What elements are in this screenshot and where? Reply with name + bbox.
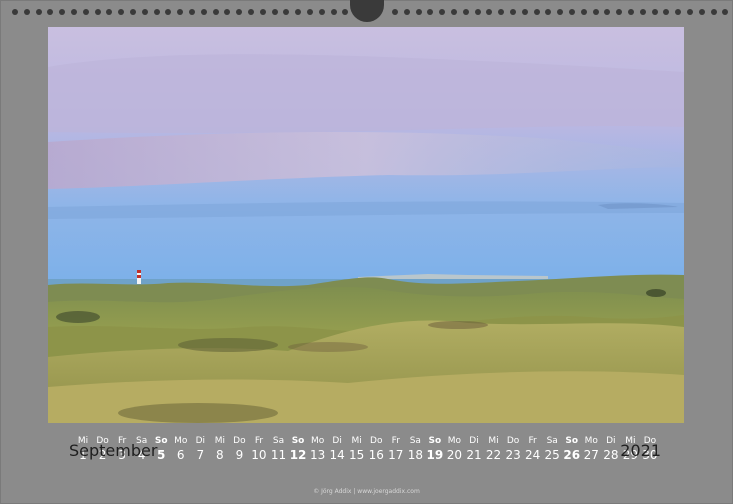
binding-hole xyxy=(236,9,243,15)
binding-hole xyxy=(392,9,398,15)
binding-hole xyxy=(330,9,337,15)
binding-hole xyxy=(451,9,457,15)
binding-hole xyxy=(415,9,422,15)
photo-credit: © Jörg Addix | www.joergaddix.com xyxy=(313,488,420,495)
day-strip: Mi 1 Do 2 Fr 3 Sa 4 So 5 Mo 6 Di 7 Mi 8 Do 9 Fr 10 Sa 11 So 12 M… xyxy=(72,436,662,466)
binding-hole xyxy=(118,9,125,15)
binding-hole xyxy=(106,9,113,15)
binding-hole xyxy=(580,9,587,15)
binding-hole xyxy=(47,9,54,15)
binding-hole xyxy=(318,9,325,15)
binding-hole xyxy=(35,9,42,15)
wire-binding xyxy=(0,0,733,22)
binding-hole xyxy=(474,9,481,15)
binding-hole xyxy=(403,9,410,15)
binding-hole xyxy=(94,9,101,15)
binding-hole xyxy=(722,9,729,15)
binding-hole xyxy=(698,9,705,15)
binding-hole xyxy=(141,9,148,15)
binding-hole xyxy=(130,9,136,15)
binding-hole xyxy=(510,9,516,15)
year-label: 2021 xyxy=(620,441,661,460)
binding-hole xyxy=(224,9,231,15)
binding-hole xyxy=(545,9,552,15)
calendar-photo xyxy=(48,27,684,423)
binding-hole xyxy=(71,9,77,15)
binding-hole xyxy=(259,9,266,15)
binding-hole xyxy=(628,9,634,15)
binding-hole xyxy=(283,9,290,15)
binding-hole xyxy=(639,9,646,15)
binding-hole xyxy=(462,9,469,15)
month-label: September xyxy=(69,441,158,460)
binding-hole xyxy=(675,9,682,15)
calendar-page: Mi 1 Do 2 Fr 3 Sa 4 So 5 Mo 6 Di 7 Mi 8 Do 9 Fr 10 Sa 11 So 12 M… xyxy=(0,0,733,504)
binding-hole xyxy=(498,9,505,15)
binding-hole xyxy=(687,9,693,15)
binding-hole xyxy=(710,9,717,15)
binding-hole xyxy=(307,9,313,15)
binding-hole xyxy=(295,9,302,15)
binding-hole xyxy=(271,9,278,15)
binding-hole xyxy=(569,9,575,15)
binding-hole xyxy=(153,9,160,15)
binding-hole xyxy=(12,9,18,15)
binding-hole xyxy=(651,9,658,15)
dune-landscape-image xyxy=(48,27,684,423)
binding-hole xyxy=(342,9,349,15)
binding-hole xyxy=(59,9,66,15)
binding-hole xyxy=(592,9,599,15)
binding-hole xyxy=(82,9,89,15)
binding-hole xyxy=(557,9,564,15)
binding-hole xyxy=(533,9,540,15)
binding-hole xyxy=(200,9,207,15)
binding-hole xyxy=(616,9,623,15)
binding-hole xyxy=(486,9,493,15)
binding-hole xyxy=(212,9,219,15)
hanger-notch xyxy=(350,0,384,22)
binding-hole xyxy=(248,9,254,15)
binding-hole xyxy=(521,9,528,15)
binding-hole xyxy=(189,9,195,15)
binding-hole xyxy=(604,9,611,15)
binding-hole xyxy=(165,9,172,15)
binding-hole xyxy=(427,9,434,15)
binding-hole xyxy=(439,9,446,15)
binding-hole xyxy=(663,9,670,15)
binding-hole xyxy=(23,9,30,15)
binding-hole xyxy=(177,9,184,15)
